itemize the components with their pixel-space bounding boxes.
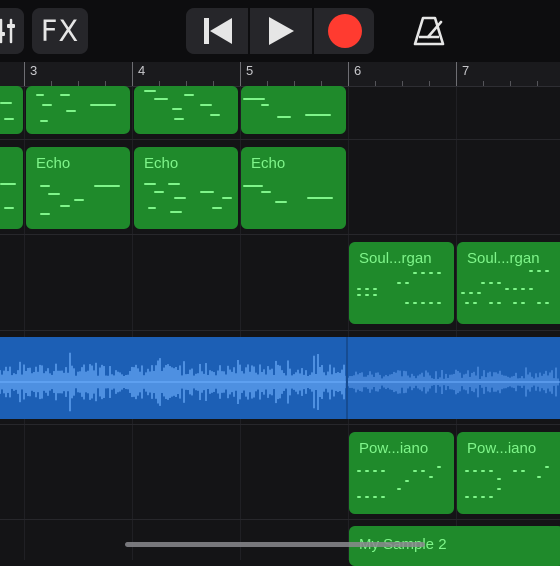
control-bar: FX [0, 0, 560, 62]
metronome-button[interactable] [408, 12, 450, 50]
region-label: Echo [36, 155, 71, 172]
beat-tick [429, 81, 430, 86]
metronome-icon [413, 16, 445, 46]
region-label: Pow...iano [467, 440, 537, 457]
beat-tick [402, 81, 403, 86]
midi-region[interactable] [0, 86, 23, 134]
midi-region-echo[interactable]: Echo [26, 147, 130, 229]
bar-tick [240, 62, 241, 86]
fx-label: FX [40, 14, 80, 48]
bar-tick [132, 62, 133, 86]
region-label: Pow...iano [359, 440, 429, 457]
track-divider [0, 519, 560, 520]
bar-grid-line [24, 87, 25, 560]
play-button[interactable] [252, 12, 310, 50]
audio-region[interactable] [0, 337, 560, 419]
region-label: Soul...rgan [359, 250, 432, 267]
mixer-button[interactable] [0, 8, 24, 54]
audio-waveform [0, 352, 560, 412]
bar-number: 4 [138, 63, 146, 78]
track-divider [0, 139, 560, 140]
bar-number: 6 [354, 63, 362, 78]
track-divider [0, 424, 560, 425]
mixer-sliders-icon [0, 18, 15, 44]
midi-region-soul-organ[interactable]: Soul...rgan [349, 242, 454, 324]
rewind-icon [204, 18, 232, 44]
midi-region-power-piano[interactable]: Pow...iano [349, 432, 454, 514]
midi-region[interactable] [0, 147, 23, 229]
region-label: Soul...rgan [467, 250, 540, 267]
bar-number: 3 [30, 63, 38, 78]
track-divider [0, 234, 560, 235]
midi-region[interactable] [134, 86, 238, 134]
midi-region-soul-organ[interactable]: Soul...rgan [457, 242, 560, 324]
track-divider [0, 330, 560, 331]
rewind-button[interactable] [190, 12, 246, 50]
transport-divider [312, 8, 314, 54]
beat-tick [375, 81, 376, 86]
bar-number: 7 [462, 63, 470, 78]
record-icon [328, 14, 362, 48]
beat-tick [537, 81, 538, 86]
bar-grid-line [132, 87, 133, 560]
bar-tick [24, 62, 25, 86]
bar-number: 5 [246, 63, 254, 78]
region-label: Echo [144, 155, 179, 172]
midi-region[interactable] [26, 86, 130, 134]
bar-tick [348, 62, 349, 86]
midi-region-echo[interactable]: Echo [134, 147, 238, 229]
beat-tick [510, 81, 511, 86]
home-indicator[interactable] [125, 542, 425, 547]
region-split [346, 337, 348, 419]
play-icon [269, 17, 294, 45]
midi-region-power-piano[interactable]: Pow...iano [457, 432, 560, 514]
region-label: Echo [251, 155, 286, 172]
midi-region[interactable] [241, 86, 346, 134]
record-button[interactable] [316, 12, 374, 50]
timeline-ruler[interactable]: 3 4 5 6 7 [0, 62, 560, 87]
transport-divider [248, 8, 250, 54]
beat-tick [483, 81, 484, 86]
bar-tick [456, 62, 457, 86]
midi-region-echo[interactable]: Echo [241, 147, 346, 229]
fx-button[interactable]: FX [32, 8, 88, 54]
